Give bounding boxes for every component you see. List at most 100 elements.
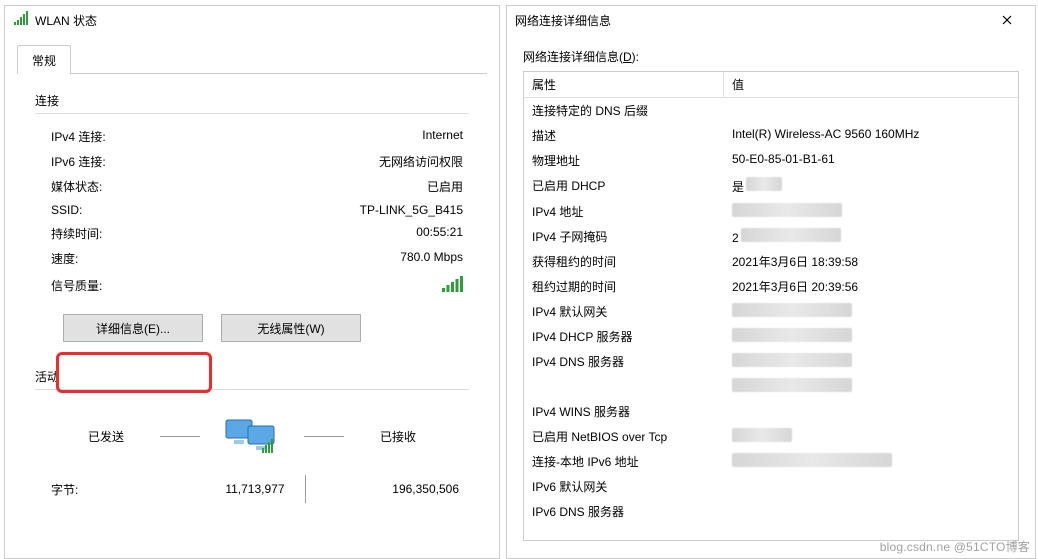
row-attribute: 获得租约的时间 (524, 251, 724, 272)
list-row[interactable]: 获得租约的时间2021年3月6日 18:39:58 (524, 249, 1018, 274)
list-row[interactable] (524, 374, 1018, 399)
row-value: 2021年3月6日 20:39:56 (724, 276, 1018, 297)
row-value: 是 (724, 175, 1018, 197)
ssid-label: SSID: (51, 203, 191, 217)
list-row[interactable]: 租约过期的时间2021年3月6日 20:39:56 (524, 274, 1018, 299)
row-value (724, 501, 1018, 522)
list-row[interactable]: IPv4 子网掩码2 (524, 224, 1018, 249)
bytes-recv: 196,350,506 (306, 482, 470, 496)
row-attribute: IPv4 DNS 服务器 (524, 351, 724, 372)
ipv6-label: IPv6 连接: (51, 153, 191, 170)
bytes-row: 字节: 11,713,977 196,350,506 (35, 469, 469, 503)
watermark: blog.csdn.ne @51CTO博客 (880, 538, 1030, 555)
media-label: 媒体状态: (51, 178, 191, 195)
row-attribute: 已启用 NetBIOS over Tcp (524, 426, 724, 447)
redacted-value (732, 428, 792, 442)
recv-label: 已接收 (368, 428, 428, 445)
close-button[interactable] (987, 6, 1027, 34)
row-ipv4: IPv4 连接: Internet (35, 124, 469, 149)
list-row[interactable]: IPv4 DNS 服务器 (524, 349, 1018, 374)
row-attribute: 连接特定的 DNS 后缀 (524, 100, 724, 121)
speed-value: 780.0 Mbps (191, 250, 469, 267)
list-row[interactable]: 连接-本地 IPv6 地址 (524, 449, 1018, 474)
ipv4-value: Internet (191, 128, 469, 145)
wlan-titlebar[interactable]: WLAN 状态 (5, 6, 499, 34)
listview-header[interactable]: 属性 值 (524, 72, 1018, 98)
header-attribute[interactable]: 属性 (524, 72, 724, 97)
divider (35, 113, 469, 114)
list-row[interactable]: 物理地址50-E0-85-01-B1-61 (524, 148, 1018, 173)
activity-strip: 已发送 已接收 (35, 400, 469, 469)
row-media: 媒体状态: 已启用 (35, 174, 469, 199)
divider (35, 389, 469, 390)
ssid-value: TP-LINK_5G_B415 (191, 203, 469, 217)
row-value (724, 301, 1018, 322)
wireless-props-button[interactable]: 无线属性(W) (221, 314, 361, 342)
redacted-value (741, 228, 841, 242)
row-attribute: IPv4 DHCP 服务器 (524, 326, 724, 347)
list-row[interactable]: IPv6 DNS 服务器 (524, 499, 1018, 524)
row-attribute: IPv6 DNS 服务器 (524, 501, 724, 522)
duration-label: 持续时间: (51, 225, 191, 242)
media-value: 已启用 (191, 178, 469, 195)
sent-label: 已发送 (76, 428, 136, 445)
list-row[interactable]: 已启用 NetBIOS over Tcp (524, 424, 1018, 449)
list-row[interactable]: 连接特定的 DNS 后缀 (524, 98, 1018, 123)
list-row[interactable]: IPv4 WINS 服务器 (524, 399, 1018, 424)
row-value: Intel(R) Wireless-AC 9560 160MHz (724, 125, 1018, 146)
list-row[interactable]: IPv4 DHCP 服务器 (524, 324, 1018, 349)
row-value: 2021年3月6日 18:39:58 (724, 251, 1018, 272)
tab-general[interactable]: 常规 (17, 45, 71, 74)
row-attribute: IPv4 默认网关 (524, 301, 724, 322)
signal-label: 信号质量: (51, 277, 191, 294)
row-speed: 速度: 780.0 Mbps (35, 246, 469, 271)
details-listview[interactable]: 属性 值 连接特定的 DNS 后缀描述Intel(R) Wireless-AC … (523, 71, 1019, 541)
list-row[interactable]: 描述Intel(R) Wireless-AC 9560 160MHz (524, 123, 1018, 148)
redacted-value (732, 378, 852, 392)
row-attribute: IPv6 默认网关 (524, 476, 724, 497)
group-connection: 连接 IPv4 连接: Internet IPv6 连接: 无网络访问权限 媒体… (17, 92, 487, 342)
row-value (724, 451, 1018, 472)
group-activity: 活动 已发送 已接收 字节: (17, 368, 487, 503)
row-attribute: IPv4 子网掩码 (524, 226, 724, 247)
row-value (724, 201, 1018, 222)
dash-icon (304, 436, 344, 437)
details-titlebar[interactable]: 网络连接详细信息 (507, 6, 1035, 34)
details-caption: 网络连接详细信息(D): (523, 48, 1019, 65)
list-row[interactable]: IPv4 地址 (524, 199, 1018, 224)
row-ipv6: IPv6 连接: 无网络访问权限 (35, 149, 469, 174)
row-attribute (524, 376, 724, 397)
row-value (724, 426, 1018, 447)
duration-value: 00:55:21 (191, 225, 469, 242)
row-attribute: IPv4 地址 (524, 201, 724, 222)
row-attribute: IPv4 WINS 服务器 (524, 401, 724, 422)
list-row[interactable]: IPv6 默认网关 (524, 474, 1018, 499)
row-attribute: 物理地址 (524, 150, 724, 171)
row-value (724, 476, 1018, 497)
caption-accel: D (623, 50, 632, 64)
row-value: 50-E0-85-01-B1-61 (724, 150, 1018, 171)
bytes-sent: 11,713,977 (131, 482, 305, 496)
monitors-icon (224, 414, 280, 459)
dash-icon (160, 436, 200, 437)
wlan-title: WLAN 状态 (35, 12, 97, 29)
redacted-value (732, 353, 852, 367)
listview-rows: 连接特定的 DNS 后缀描述Intel(R) Wireless-AC 9560 … (524, 98, 1018, 524)
redacted-value (732, 203, 842, 217)
network-details-window: 网络连接详细信息 网络连接详细信息(D): 属性 值 连接特定的 DNS 后缀描… (506, 5, 1036, 559)
header-value[interactable]: 值 (724, 72, 1018, 97)
speed-label: 速度: (51, 250, 191, 267)
connection-buttons: 详细信息(E)... 无线属性(W) (35, 300, 469, 342)
row-value (724, 100, 1018, 121)
row-attribute: 租约过期的时间 (524, 276, 724, 297)
list-row[interactable]: IPv4 默认网关 (524, 299, 1018, 324)
row-value (724, 401, 1018, 422)
row-attribute: 连接-本地 IPv6 地址 (524, 451, 724, 472)
redacted-value (732, 453, 892, 467)
ipv6-value: 无网络访问权限 (191, 153, 469, 170)
caption-prefix: 网络连接详细信息( (523, 50, 623, 64)
wlan-status-window: WLAN 状态 常规 连接 IPv4 连接: Internet IPv6 连接:… (4, 5, 500, 559)
details-button[interactable]: 详细信息(E)... (63, 314, 203, 342)
list-row[interactable]: 已启用 DHCP是 (524, 173, 1018, 199)
redacted-value (732, 328, 852, 342)
